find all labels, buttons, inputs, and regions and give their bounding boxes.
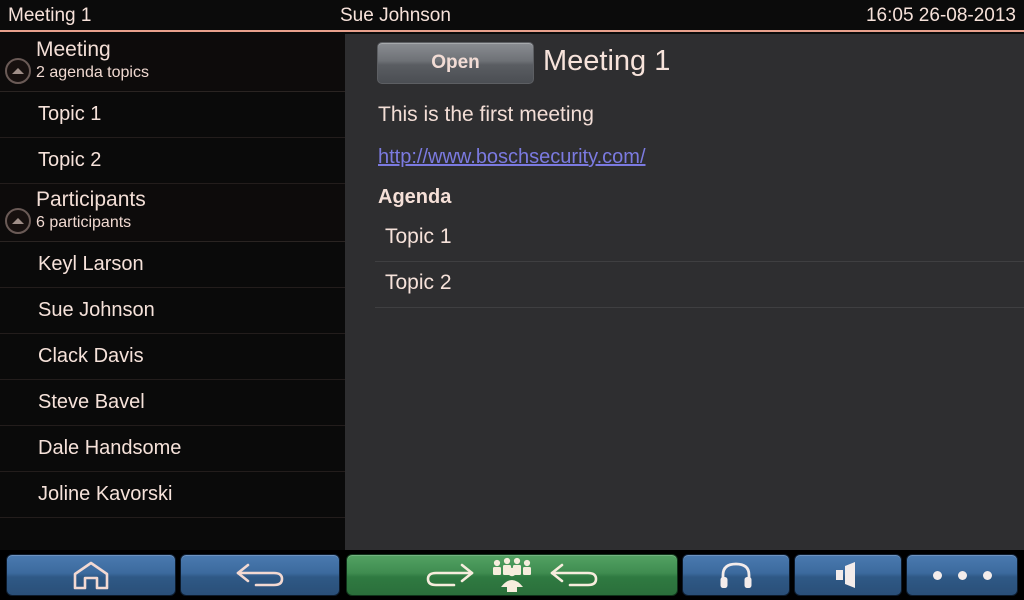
headphones-button[interactable] [682,554,790,596]
meeting-detail-panel: Open Meeting 1 This is the first meeting… [345,34,1024,550]
status-bar: Meeting 1 Sue Johnson 16:05 26-08-2013 [0,0,1024,32]
ellipsis-dot [933,571,942,580]
agenda-list: Topic 1 Topic 2 [375,216,1024,308]
bottom-toolbar [0,550,1024,600]
meeting-header: Open Meeting 1 [345,34,1024,86]
sidebar-group-subtitle: 6 participants [36,213,131,233]
sidebar-group-subtitle: 2 agenda topics [36,63,149,83]
status-meeting-name: Meeting 1 [8,4,91,28]
sidebar-item-topic-2[interactable]: Topic 2 [0,138,345,184]
ellipsis-icon [933,571,992,580]
group-people-icon [490,557,534,593]
meeting-url-link[interactable]: http://www.boschsecurity.com/ [378,144,646,170]
volume-button[interactable] [794,554,902,596]
circle-up-arrow-icon[interactable] [5,58,31,84]
sidebar-group-title: Participants [36,187,146,213]
sidebar-navigation-list[interactable]: Meeting 2 agenda topics Topic 1 Topic 2 … [0,34,345,550]
headphones-icon [719,560,753,590]
agenda-heading: Agenda [378,184,451,210]
sidebar-item-participant[interactable]: Sue Johnson [0,288,345,334]
forward-arrow-icon [424,561,476,589]
ellipsis-dot [983,571,992,580]
sidebar-item-label: Clack Davis [38,343,144,369]
sidebar-group-participants[interactable]: Participants 6 participants [0,184,345,242]
sidebar-item-label: Steve Bavel [38,389,145,415]
sidebar-item-participant[interactable]: Dale Handsome [0,426,345,472]
back-arrow-icon [548,561,600,589]
speaker-volume-icon [831,561,865,589]
sidebar-item-label: Dale Handsome [38,435,181,461]
discussion-button[interactable] [346,554,678,596]
sidebar-item-label: Joline Kavorski [38,481,173,507]
sidebar-group-meeting[interactable]: Meeting 2 agenda topics [0,34,345,92]
agenda-item-label: Topic 1 [385,223,452,251]
more-button[interactable] [906,554,1018,596]
ellipsis-dot [958,571,967,580]
sidebar-item-participant[interactable]: Steve Bavel [0,380,345,426]
meeting-description: This is the first meeting [378,102,594,128]
home-icon [70,560,112,590]
agenda-item-label: Topic 2 [385,269,452,297]
sidebar-item-participant[interactable]: Clack Davis [0,334,345,380]
page-title: Meeting 1 [543,40,670,82]
sidebar-item-label: Topic 1 [38,101,101,127]
status-user-name: Sue Johnson [340,4,451,28]
back-arrow-icon [234,561,286,589]
agenda-row[interactable]: Topic 1 [375,216,1024,262]
discussion-icons [424,557,600,593]
sidebar-item-topic-1[interactable]: Topic 1 [0,92,345,138]
sidebar-item-participant[interactable]: Joline Kavorski [0,472,345,518]
circle-up-arrow-icon[interactable] [5,208,31,234]
sidebar-group-title: Meeting [36,37,111,63]
meeting-app-screen: Meeting 1 Sue Johnson 16:05 26-08-2013 M… [0,0,1024,600]
home-button[interactable] [6,554,176,596]
back-button[interactable] [180,554,340,596]
sidebar-item-label: Sue Johnson [38,297,155,323]
sidebar-item-label: Topic 2 [38,147,101,173]
sidebar-item-label: Keyl Larson [38,251,144,277]
status-datetime: 16:05 26-08-2013 [866,4,1016,28]
sidebar-item-participant[interactable]: Keyl Larson [0,242,345,288]
agenda-row[interactable]: Topic 2 [375,262,1024,308]
open-button[interactable]: Open [377,42,534,84]
